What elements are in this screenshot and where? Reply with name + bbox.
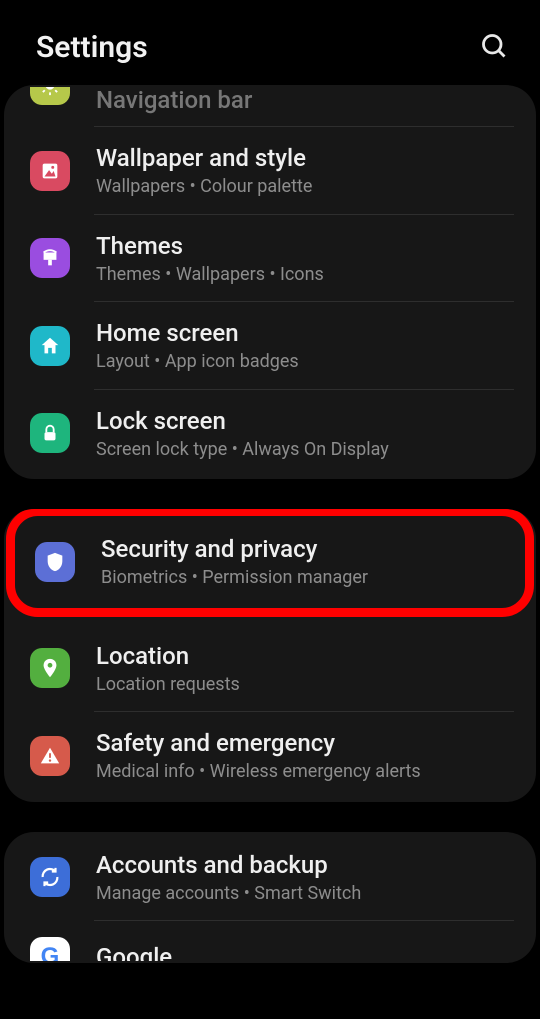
settings-item-home-screen[interactable]: Home screen Layout • App icon badges bbox=[4, 302, 536, 390]
settings-item-themes[interactable]: Themes Themes • Wallpapers • Icons bbox=[4, 215, 536, 303]
display-icon bbox=[30, 87, 70, 105]
themes-icon bbox=[30, 238, 70, 278]
lock-icon bbox=[30, 413, 70, 453]
wallpaper-subtitle: Wallpapers • Colour palette bbox=[96, 176, 514, 199]
safety-title: Safety and emergency bbox=[96, 728, 514, 758]
display-subtitle-peek: Brightness • Eye comfort shield • Naviga… bbox=[96, 87, 514, 115]
settings-header: Settings bbox=[0, 0, 540, 85]
search-button[interactable] bbox=[480, 32, 508, 64]
google-letter: G bbox=[41, 943, 60, 961]
themes-subtitle: Themes • Wallpapers • Icons bbox=[96, 264, 514, 287]
settings-item-location[interactable]: Location Location requests bbox=[4, 625, 536, 713]
warning-icon bbox=[30, 736, 70, 776]
settings-item-google[interactable]: G Google bbox=[4, 921, 536, 961]
location-pin-icon bbox=[30, 648, 70, 688]
accounts-subtitle: Manage accounts • Smart Switch bbox=[96, 883, 514, 906]
lock-subtitle: Screen lock type • Always On Display bbox=[96, 439, 514, 462]
wallpaper-icon bbox=[30, 151, 70, 191]
settings-item-safety-emergency[interactable]: Safety and emergency Medical info • Wire… bbox=[4, 712, 536, 800]
shield-icon bbox=[35, 542, 75, 582]
home-icon bbox=[30, 326, 70, 366]
location-title: Location bbox=[96, 641, 514, 671]
settings-group-display: Brightness • Eye comfort shield • Naviga… bbox=[4, 85, 536, 479]
settings-item-display[interactable]: Brightness • Eye comfort shield • Naviga… bbox=[4, 87, 536, 127]
location-subtitle: Location requests bbox=[96, 674, 514, 697]
settings-item-accounts-backup[interactable]: Accounts and backup Manage accounts • Sm… bbox=[4, 834, 536, 922]
settings-group-accounts: Accounts and backup Manage accounts • Sm… bbox=[4, 832, 536, 964]
home-subtitle: Layout • App icon badges bbox=[96, 351, 514, 374]
lock-title: Lock screen bbox=[96, 406, 514, 436]
settings-item-wallpaper[interactable]: Wallpaper and style Wallpapers • Colour … bbox=[4, 127, 536, 215]
themes-title: Themes bbox=[96, 231, 514, 261]
settings-item-lock-screen[interactable]: Lock screen Screen lock type • Always On… bbox=[4, 390, 536, 478]
accounts-title: Accounts and backup bbox=[96, 850, 514, 880]
google-icon: G bbox=[30, 937, 70, 961]
google-title: Google bbox=[96, 942, 514, 961]
safety-subtitle: Medical info • Wireless emergency alerts bbox=[96, 761, 514, 784]
page-title: Settings bbox=[36, 30, 148, 65]
home-title: Home screen bbox=[96, 318, 514, 348]
security-subtitle: Biometrics • Permission manager bbox=[101, 567, 503, 590]
search-icon bbox=[480, 32, 508, 60]
wallpaper-title: Wallpaper and style bbox=[96, 143, 514, 173]
sync-icon bbox=[30, 857, 70, 897]
highlight-box: Security and privacy Biometrics • Permis… bbox=[6, 509, 534, 617]
settings-group-privacy: Security and privacy Biometrics • Permis… bbox=[4, 509, 536, 802]
security-title: Security and privacy bbox=[101, 534, 503, 564]
settings-item-security-privacy[interactable]: Security and privacy Biometrics • Permis… bbox=[15, 518, 525, 606]
